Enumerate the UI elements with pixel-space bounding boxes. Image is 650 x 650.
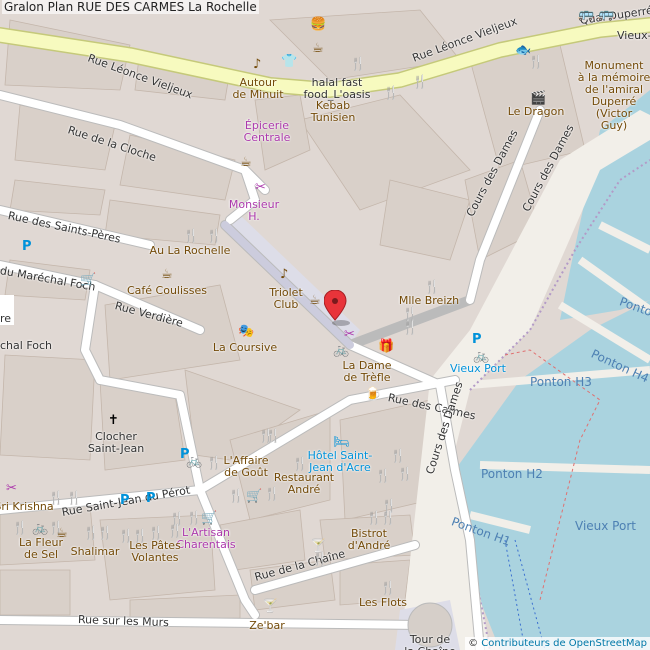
restaurant-icon[interactable]: 🍴 xyxy=(66,492,82,505)
shop-icon[interactable]: 🛒 xyxy=(80,274,96,287)
restaurant-icon[interactable]: 🍴 xyxy=(292,458,308,471)
hairdresser-icon[interactable]: ✂ xyxy=(255,181,266,194)
restaurant-icon[interactable]: 🍴 xyxy=(265,430,281,443)
copyright-symbol: © xyxy=(468,638,479,649)
restaurant-icon[interactable]: 🍴 xyxy=(206,230,222,243)
tower-base xyxy=(407,602,453,648)
restaurant-icon[interactable]: 🍴 xyxy=(228,490,244,503)
restaurant-icon[interactable]: 🍴 xyxy=(402,322,418,335)
restaurant-icon[interactable]: 🍴 xyxy=(312,553,328,566)
restaurant-icon[interactable]: 🍴 xyxy=(12,522,28,535)
restaurant-icon[interactable]: 🍴 xyxy=(375,470,391,483)
location-pin-icon[interactable] xyxy=(324,290,350,326)
restaurant-icon[interactable]: 🍴 xyxy=(390,450,406,463)
bicycle-icon[interactable]: 🚲 xyxy=(186,455,202,468)
restaurant-icon[interactable]: 🍴 xyxy=(397,468,413,481)
bar-icon[interactable]: 🍸 xyxy=(262,600,278,613)
cafe-icon[interactable]: ☕ xyxy=(240,156,252,169)
restaurant-icon[interactable]: 🍴 xyxy=(132,530,148,543)
music-icon[interactable]: ♪ xyxy=(253,58,261,71)
map-title: Gralon Plan RUE DES CARMES La Rochelle xyxy=(2,0,259,14)
cafe-icon[interactable]: ☕ xyxy=(309,294,321,307)
gift-icon[interactable]: 🎁 xyxy=(378,340,394,353)
bicycle-icon[interactable]: 🚲 xyxy=(473,350,489,363)
church-icon[interactable]: ✝ xyxy=(108,414,119,427)
parking-icon[interactable]: P xyxy=(146,492,156,505)
restaurant-icon[interactable]: 🍴 xyxy=(97,527,113,540)
map-canvas[interactable]: Gralon Plan RUE DES CARMES La Rochelle R… xyxy=(0,0,650,650)
restaurant-icon[interactable]: 🍴 xyxy=(264,488,280,501)
restaurant-icon[interactable]: 🍴 xyxy=(424,281,440,294)
bus-icon[interactable]: 🚌 xyxy=(578,8,594,21)
restaurant-icon[interactable]: 🍴 xyxy=(402,308,418,321)
bus-icon[interactable]: 🚌 xyxy=(598,8,614,21)
parking-icon[interactable]: P xyxy=(22,240,32,253)
pub-icon[interactable]: 🍺 xyxy=(365,388,381,401)
parking-icon[interactable]: P xyxy=(120,494,130,507)
hotel-icon[interactable]: 🛏 xyxy=(333,436,350,449)
bicycle-icon[interactable]: 🚲 xyxy=(32,522,48,535)
parking-icon[interactable]: P xyxy=(472,333,482,346)
restaurant-icon[interactable]: 🍴 xyxy=(169,513,185,526)
restaurant-icon[interactable]: 🍴 xyxy=(206,457,222,470)
restaurant-icon[interactable]: 🍴 xyxy=(380,582,396,595)
restaurant-icon[interactable]: 🍴 xyxy=(528,56,544,69)
restaurant-icon[interactable]: 🍴 xyxy=(148,527,164,540)
shop-icon[interactable]: 🛒 xyxy=(201,512,217,525)
bicycle-icon[interactable]: 🚲 xyxy=(333,344,349,357)
restaurant-icon[interactable]: 🍴 xyxy=(412,76,428,89)
restaurant-icon[interactable]: 🍴 xyxy=(350,58,366,71)
cafe-icon[interactable]: ☕ xyxy=(312,42,324,55)
restaurant-icon[interactable]: 🍴 xyxy=(186,512,202,525)
restaurant-icon[interactable]: 🍴 xyxy=(48,492,64,505)
cinema-icon[interactable]: 🎬 xyxy=(530,92,546,105)
restaurant-icon[interactable]: 🍴 xyxy=(183,230,199,243)
theatre-icon[interactable]: 🎭 xyxy=(238,325,254,338)
shop-icon[interactable]: 🛒 xyxy=(246,490,262,503)
hairdresser-icon[interactable]: ✂ xyxy=(344,328,355,341)
music-icon[interactable]: ♪ xyxy=(280,268,288,281)
map-attribution: © Contributeurs de OpenStreetMap xyxy=(465,637,650,650)
restaurant-icon[interactable]: 🍴 xyxy=(380,512,396,525)
hairdresser-icon[interactable]: ✂ xyxy=(6,482,17,495)
osm-attribution-link[interactable]: Contributeurs de OpenStreetMap xyxy=(481,638,647,649)
fastfood-icon[interactable]: 🍔 xyxy=(310,18,326,31)
restaurant-icon[interactable]: 🍴 xyxy=(383,87,399,100)
cafe-icon[interactable]: ☕ xyxy=(161,268,173,281)
cafe-icon[interactable]: ☕ xyxy=(56,527,68,540)
clothes-icon[interactable]: 👕 xyxy=(281,55,297,68)
white-block xyxy=(0,295,14,325)
